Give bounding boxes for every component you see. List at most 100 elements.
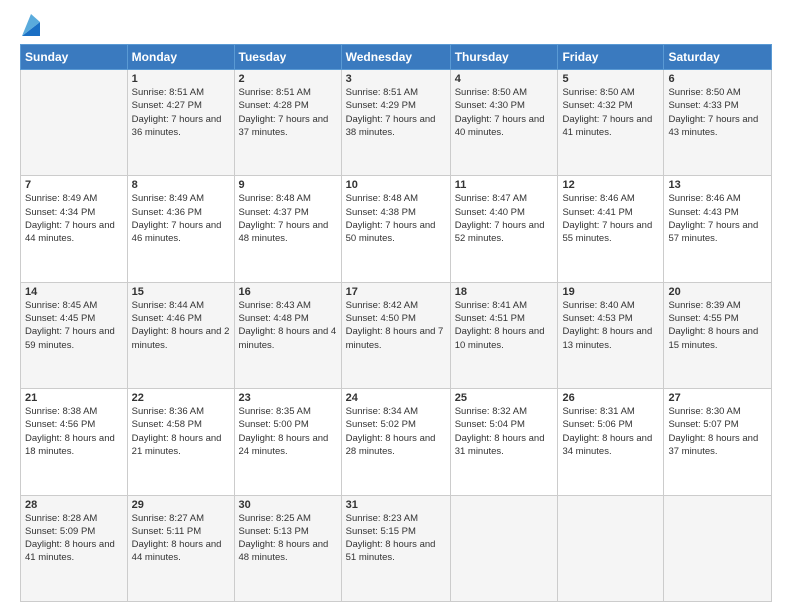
day-number: 9 <box>239 179 337 191</box>
daylight-text: Daylight: 7 hours and 41 minutes. <box>562 113 659 140</box>
day-number: 12 <box>562 179 659 191</box>
day-number: 17 <box>346 286 446 298</box>
calendar-cell: 27Sunrise: 8:30 AMSunset: 5:07 PMDayligh… <box>664 389 772 495</box>
calendar-cell: 15Sunrise: 8:44 AMSunset: 4:46 PMDayligh… <box>127 282 234 388</box>
sunset-text: Sunset: 4:27 PM <box>132 99 230 112</box>
sunrise-text: Sunrise: 8:35 AM <box>239 405 337 418</box>
daylight-text: Daylight: 8 hours and 28 minutes. <box>346 432 446 459</box>
daylight-text: Daylight: 8 hours and 41 minutes. <box>25 538 123 565</box>
sunrise-text: Sunrise: 8:42 AM <box>346 299 446 312</box>
calendar-cell: 17Sunrise: 8:42 AMSunset: 4:50 PMDayligh… <box>341 282 450 388</box>
calendar-cell: 26Sunrise: 8:31 AMSunset: 5:06 PMDayligh… <box>558 389 664 495</box>
sunset-text: Sunset: 4:55 PM <box>668 312 767 325</box>
day-number: 25 <box>455 392 554 404</box>
sunset-text: Sunset: 5:11 PM <box>132 525 230 538</box>
day-number: 8 <box>132 179 230 191</box>
sunset-text: Sunset: 4:46 PM <box>132 312 230 325</box>
calendar-week-row: 1Sunrise: 8:51 AMSunset: 4:27 PMDaylight… <box>21 70 772 176</box>
day-number: 4 <box>455 73 554 85</box>
daylight-text: Daylight: 8 hours and 48 minutes. <box>239 538 337 565</box>
sunset-text: Sunset: 5:13 PM <box>239 525 337 538</box>
day-number: 15 <box>132 286 230 298</box>
daylight-text: Daylight: 8 hours and 15 minutes. <box>668 325 767 352</box>
sunset-text: Sunset: 4:40 PM <box>455 206 554 219</box>
daylight-text: Daylight: 8 hours and 18 minutes. <box>25 432 123 459</box>
sunset-text: Sunset: 4:29 PM <box>346 99 446 112</box>
calendar-cell: 29Sunrise: 8:27 AMSunset: 5:11 PMDayligh… <box>127 495 234 601</box>
day-number: 21 <box>25 392 123 404</box>
calendar-cell <box>21 70 128 176</box>
daylight-text: Daylight: 7 hours and 37 minutes. <box>239 113 337 140</box>
daylight-text: Daylight: 7 hours and 36 minutes. <box>132 113 230 140</box>
calendar-cell: 20Sunrise: 8:39 AMSunset: 4:55 PMDayligh… <box>664 282 772 388</box>
calendar-cell: 8Sunrise: 8:49 AMSunset: 4:36 PMDaylight… <box>127 176 234 282</box>
day-number: 20 <box>668 286 767 298</box>
calendar-cell: 14Sunrise: 8:45 AMSunset: 4:45 PMDayligh… <box>21 282 128 388</box>
calendar-cell <box>664 495 772 601</box>
daylight-text: Daylight: 8 hours and 44 minutes. <box>132 538 230 565</box>
day-number: 18 <box>455 286 554 298</box>
day-number: 2 <box>239 73 337 85</box>
calendar-week-row: 7Sunrise: 8:49 AMSunset: 4:34 PMDaylight… <box>21 176 772 282</box>
day-number: 14 <box>25 286 123 298</box>
calendar-cell: 21Sunrise: 8:38 AMSunset: 4:56 PMDayligh… <box>21 389 128 495</box>
sunrise-text: Sunrise: 8:38 AM <box>25 405 123 418</box>
sunrise-text: Sunrise: 8:46 AM <box>562 192 659 205</box>
sunset-text: Sunset: 4:37 PM <box>239 206 337 219</box>
sunset-text: Sunset: 5:02 PM <box>346 418 446 431</box>
sunrise-text: Sunrise: 8:48 AM <box>239 192 337 205</box>
sunset-text: Sunset: 4:32 PM <box>562 99 659 112</box>
calendar-cell: 13Sunrise: 8:46 AMSunset: 4:43 PMDayligh… <box>664 176 772 282</box>
daylight-text: Daylight: 8 hours and 24 minutes. <box>239 432 337 459</box>
calendar-cell: 24Sunrise: 8:34 AMSunset: 5:02 PMDayligh… <box>341 389 450 495</box>
daylight-text: Daylight: 8 hours and 2 minutes. <box>132 325 230 352</box>
calendar-table: SundayMondayTuesdayWednesdayThursdayFrid… <box>20 44 772 602</box>
daylight-text: Daylight: 7 hours and 48 minutes. <box>239 219 337 246</box>
sunset-text: Sunset: 4:45 PM <box>25 312 123 325</box>
calendar-cell: 5Sunrise: 8:50 AMSunset: 4:32 PMDaylight… <box>558 70 664 176</box>
day-number: 31 <box>346 499 446 511</box>
day-number: 30 <box>239 499 337 511</box>
calendar-week-row: 14Sunrise: 8:45 AMSunset: 4:45 PMDayligh… <box>21 282 772 388</box>
sunset-text: Sunset: 5:15 PM <box>346 525 446 538</box>
sunset-text: Sunset: 4:28 PM <box>239 99 337 112</box>
sunset-text: Sunset: 5:00 PM <box>239 418 337 431</box>
calendar-cell: 25Sunrise: 8:32 AMSunset: 5:04 PMDayligh… <box>450 389 558 495</box>
sunrise-text: Sunrise: 8:44 AM <box>132 299 230 312</box>
sunrise-text: Sunrise: 8:47 AM <box>455 192 554 205</box>
day-number: 1 <box>132 73 230 85</box>
calendar-cell: 18Sunrise: 8:41 AMSunset: 4:51 PMDayligh… <box>450 282 558 388</box>
sunrise-text: Sunrise: 8:51 AM <box>132 86 230 99</box>
day-number: 7 <box>25 179 123 191</box>
day-number: 16 <box>239 286 337 298</box>
sunset-text: Sunset: 4:56 PM <box>25 418 123 431</box>
sunrise-text: Sunrise: 8:50 AM <box>562 86 659 99</box>
day-number: 23 <box>239 392 337 404</box>
sunset-text: Sunset: 4:36 PM <box>132 206 230 219</box>
calendar-cell: 28Sunrise: 8:28 AMSunset: 5:09 PMDayligh… <box>21 495 128 601</box>
daylight-text: Daylight: 8 hours and 13 minutes. <box>562 325 659 352</box>
sunrise-text: Sunrise: 8:50 AM <box>668 86 767 99</box>
sunset-text: Sunset: 4:33 PM <box>668 99 767 112</box>
calendar-cell: 3Sunrise: 8:51 AMSunset: 4:29 PMDaylight… <box>341 70 450 176</box>
daylight-text: Daylight: 7 hours and 43 minutes. <box>668 113 767 140</box>
logo <box>20 16 40 36</box>
daylight-text: Daylight: 8 hours and 51 minutes. <box>346 538 446 565</box>
weekday-header: Friday <box>558 45 664 70</box>
sunrise-text: Sunrise: 8:25 AM <box>239 512 337 525</box>
sunrise-text: Sunrise: 8:39 AM <box>668 299 767 312</box>
sunset-text: Sunset: 5:09 PM <box>25 525 123 538</box>
calendar-cell: 7Sunrise: 8:49 AMSunset: 4:34 PMDaylight… <box>21 176 128 282</box>
sunrise-text: Sunrise: 8:51 AM <box>346 86 446 99</box>
sunset-text: Sunset: 4:48 PM <box>239 312 337 325</box>
sunrise-text: Sunrise: 8:50 AM <box>455 86 554 99</box>
calendar-cell: 23Sunrise: 8:35 AMSunset: 5:00 PMDayligh… <box>234 389 341 495</box>
sunrise-text: Sunrise: 8:31 AM <box>562 405 659 418</box>
day-number: 29 <box>132 499 230 511</box>
day-number: 13 <box>668 179 767 191</box>
daylight-text: Daylight: 7 hours and 44 minutes. <box>25 219 123 246</box>
sunset-text: Sunset: 4:53 PM <box>562 312 659 325</box>
calendar-cell: 10Sunrise: 8:48 AMSunset: 4:38 PMDayligh… <box>341 176 450 282</box>
day-number: 19 <box>562 286 659 298</box>
day-number: 3 <box>346 73 446 85</box>
